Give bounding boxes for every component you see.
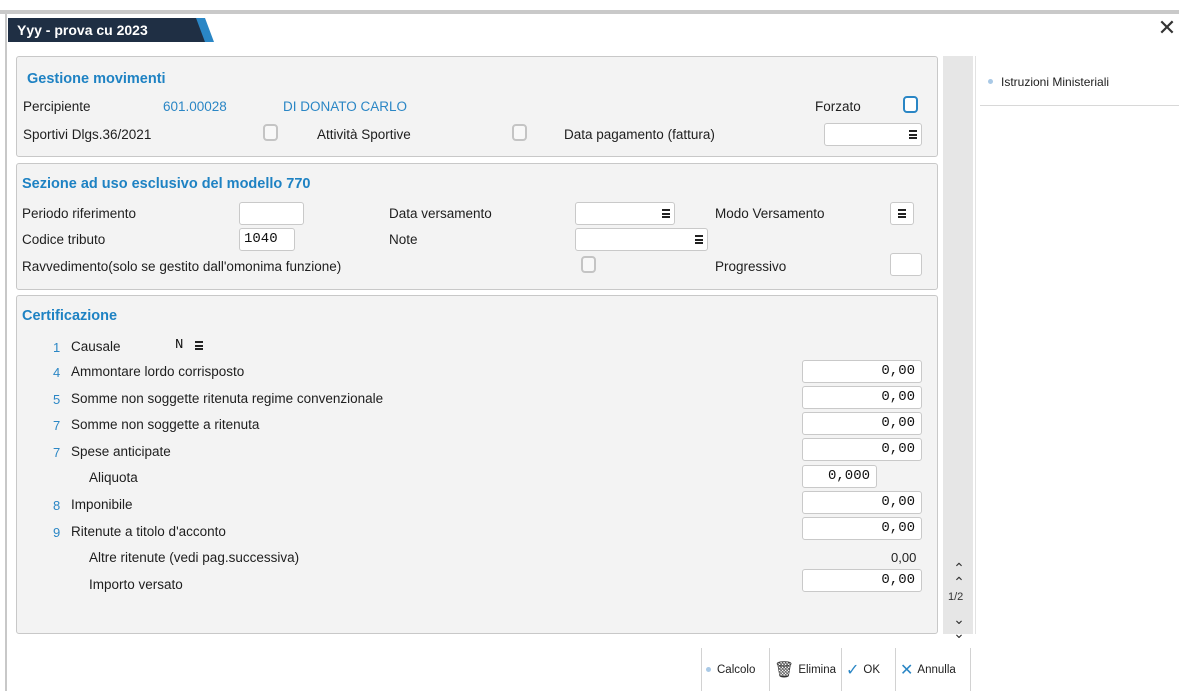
modo-versamento-label: Modo Versamento xyxy=(715,206,825,221)
altre-ritenute-label: Altre ritenute (vedi pag.successiva) xyxy=(89,550,300,565)
imponibile-number: 8 xyxy=(53,498,61,513)
note-field[interactable] xyxy=(575,228,708,251)
percipiente-label: Percipiente xyxy=(23,99,91,114)
check-icon: ✓ xyxy=(846,661,860,679)
somme-conv-field[interactable]: 0,00 xyxy=(802,386,922,409)
istruzioni-label: Istruzioni Ministeriali xyxy=(1001,75,1110,89)
right-pane: Istruzioni Ministeriali xyxy=(980,56,1179,106)
ammontare-label: Ammontare lordo corrisposto xyxy=(71,364,245,379)
istruzioni-ministeriali-link[interactable]: Istruzioni Ministeriali xyxy=(988,75,1109,89)
attivita-sportive-checkbox[interactable] xyxy=(512,124,527,141)
percipiente-name[interactable]: DI DONATO CARLO xyxy=(283,99,407,114)
data-versamento-label: Data versamento xyxy=(389,206,492,221)
note-label: Note xyxy=(389,232,418,247)
causale-menu-icon[interactable] xyxy=(195,341,203,350)
causale-field[interactable]: N xyxy=(169,334,211,357)
spese-number: 7 xyxy=(53,445,61,460)
data-pagamento-menu-icon[interactable] xyxy=(909,130,917,139)
data-versamento-field[interactable] xyxy=(575,202,675,225)
imponibile-label: Imponibile xyxy=(71,497,133,512)
ritenute-field[interactable]: 0,00 xyxy=(802,517,922,540)
ammontare-field[interactable]: 0,00 xyxy=(802,360,922,383)
section-title-gestione: Gestione movimenti xyxy=(27,71,166,87)
calcolo-label: Calcolo xyxy=(717,663,756,676)
certificazione-panel: Certificazione 1 Causale N 4 Ammontare l… xyxy=(16,295,938,634)
periodo-riferimento-field[interactable] xyxy=(239,202,304,225)
attivita-sportive-label: Attività Sportive xyxy=(317,127,411,142)
sportivi-label: Sportivi Dlgs.36/2021 xyxy=(23,127,152,142)
sezione-770-panel: Sezione ad uso esclusivo del modello 770… xyxy=(16,163,938,290)
top-border xyxy=(0,10,1179,14)
ok-button[interactable]: ✓ OK xyxy=(841,648,895,691)
somme-non-number: 7 xyxy=(53,418,61,433)
somme-non-label: Somme non soggette a ritenuta xyxy=(71,417,260,432)
calcolo-bullet-icon xyxy=(706,667,711,672)
somme-non-field[interactable]: 0,00 xyxy=(802,412,922,435)
codice-tributo-label: Codice tributo xyxy=(22,232,106,247)
importo-versato-label: Importo versato xyxy=(89,577,183,592)
close-icon[interactable]: ✕ xyxy=(1157,17,1177,39)
annulla-button[interactable]: ✕ Annulla xyxy=(895,648,971,691)
left-border xyxy=(5,14,7,691)
elimina-button[interactable]: 🗑 Elimina xyxy=(769,648,841,691)
sportivi-checkbox[interactable] xyxy=(263,124,278,141)
window-title-tab: Yyy - prova cu 2023 xyxy=(8,18,213,42)
importo-versato-field[interactable]: 0,00 xyxy=(802,569,922,592)
data-pagamento-field[interactable] xyxy=(824,123,922,146)
progressivo-label: Progressivo xyxy=(715,259,787,274)
ravvedimento-label: Ravvedimento(solo se gestito dall'omonim… xyxy=(22,259,342,274)
forzato-checkbox[interactable] xyxy=(903,96,918,113)
spese-label: Spese anticipate xyxy=(71,444,171,459)
data-versamento-menu-icon[interactable] xyxy=(662,209,670,218)
causale-label: Causale xyxy=(71,339,121,354)
annulla-label: Annulla xyxy=(917,663,956,676)
progressivo-field[interactable] xyxy=(890,253,922,276)
section-title-770: Sezione ad uso esclusivo del modello 770 xyxy=(22,176,311,192)
imponibile-field[interactable]: 0,00 xyxy=(802,491,922,514)
altre-ritenute-value: 0,00 xyxy=(891,550,917,565)
ravvedimento-checkbox[interactable] xyxy=(581,256,596,273)
aliquota-label: Aliquota xyxy=(89,470,138,485)
aliquota-field[interactable]: 0,000 xyxy=(802,465,877,488)
calcolo-button[interactable]: Calcolo xyxy=(701,648,769,691)
modo-versamento-menu-icon[interactable] xyxy=(898,209,906,218)
percipiente-code[interactable]: 601.00028 xyxy=(163,99,227,114)
ritenute-number: 9 xyxy=(53,525,61,540)
periodo-riferimento-label: Periodo riferimento xyxy=(22,206,137,221)
page-indicator: 1/2 xyxy=(948,591,964,603)
gestione-movimenti-panel: Gestione movimenti Percipiente 601.00028… xyxy=(16,56,938,157)
ok-label: OK xyxy=(863,663,881,676)
pane-separator xyxy=(975,56,976,634)
scroll-down-icon[interactable]: ⌄ ⌄ xyxy=(952,612,966,640)
somme-conv-label: Somme non soggette ritenuta regime conve… xyxy=(71,391,384,406)
cancel-icon: ✕ xyxy=(900,661,914,679)
spese-field[interactable]: 0,00 xyxy=(802,438,922,461)
somme-conv-number: 5 xyxy=(53,392,61,407)
bullet-icon xyxy=(988,79,993,84)
section-title-certificazione: Certificazione xyxy=(22,308,118,324)
scroll-up-icon[interactable]: ⌃ ⌃ xyxy=(952,561,966,589)
ammontare-number: 4 xyxy=(53,365,61,380)
data-pagamento-label: Data pagamento (fattura) xyxy=(564,127,715,142)
forzato-label: Forzato xyxy=(815,99,861,114)
codice-tributo-field[interactable]: 1040 xyxy=(239,228,295,251)
trash-icon: 🗑 xyxy=(774,661,795,679)
elimina-label: Elimina xyxy=(798,663,837,676)
window-title: Yyy - prova cu 2023 xyxy=(17,22,148,38)
page-scrollbar[interactable]: ⌃ ⌃ 1/2 ⌄ ⌄ xyxy=(943,56,973,640)
note-menu-icon[interactable] xyxy=(695,235,703,244)
causale-number: 1 xyxy=(53,340,61,355)
ritenute-label: Ritenute a titolo d'acconto xyxy=(71,524,226,539)
